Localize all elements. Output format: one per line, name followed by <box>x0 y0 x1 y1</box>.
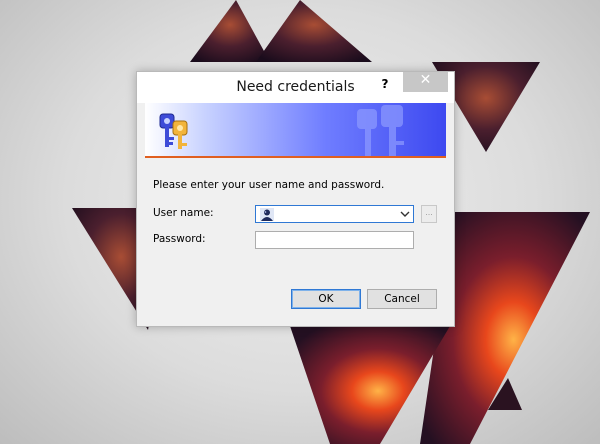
user-avatar-icon <box>260 208 274 221</box>
keys-watermark-icon <box>357 105 404 156</box>
instruction-text: Please enter your user name and password… <box>153 179 385 191</box>
help-button[interactable]: ? <box>374 74 396 94</box>
cancel-button[interactable]: Cancel <box>367 289 437 309</box>
triangle-top-left <box>190 0 270 62</box>
title-bar[interactable]: Need credentials ? ✕ <box>137 72 454 103</box>
dialog-footer-edge <box>145 322 446 326</box>
credentials-dialog: Need credentials ? ✕ Please enter your u… <box>136 71 455 327</box>
triangle-top-center <box>256 0 372 62</box>
keys-icon <box>159 113 188 149</box>
close-button[interactable]: ✕ <box>403 72 448 92</box>
credentials-banner <box>145 103 446 158</box>
dialog-title: Need credentials <box>236 79 355 95</box>
browse-button[interactable]: ... <box>421 205 437 223</box>
chevron-down-icon[interactable] <box>400 209 410 219</box>
password-field[interactable] <box>255 231 414 249</box>
username-combobox[interactable] <box>255 205 414 223</box>
username-label: User name: <box>153 207 214 219</box>
password-label: Password: <box>153 233 206 245</box>
ok-button[interactable]: OK <box>291 289 361 309</box>
